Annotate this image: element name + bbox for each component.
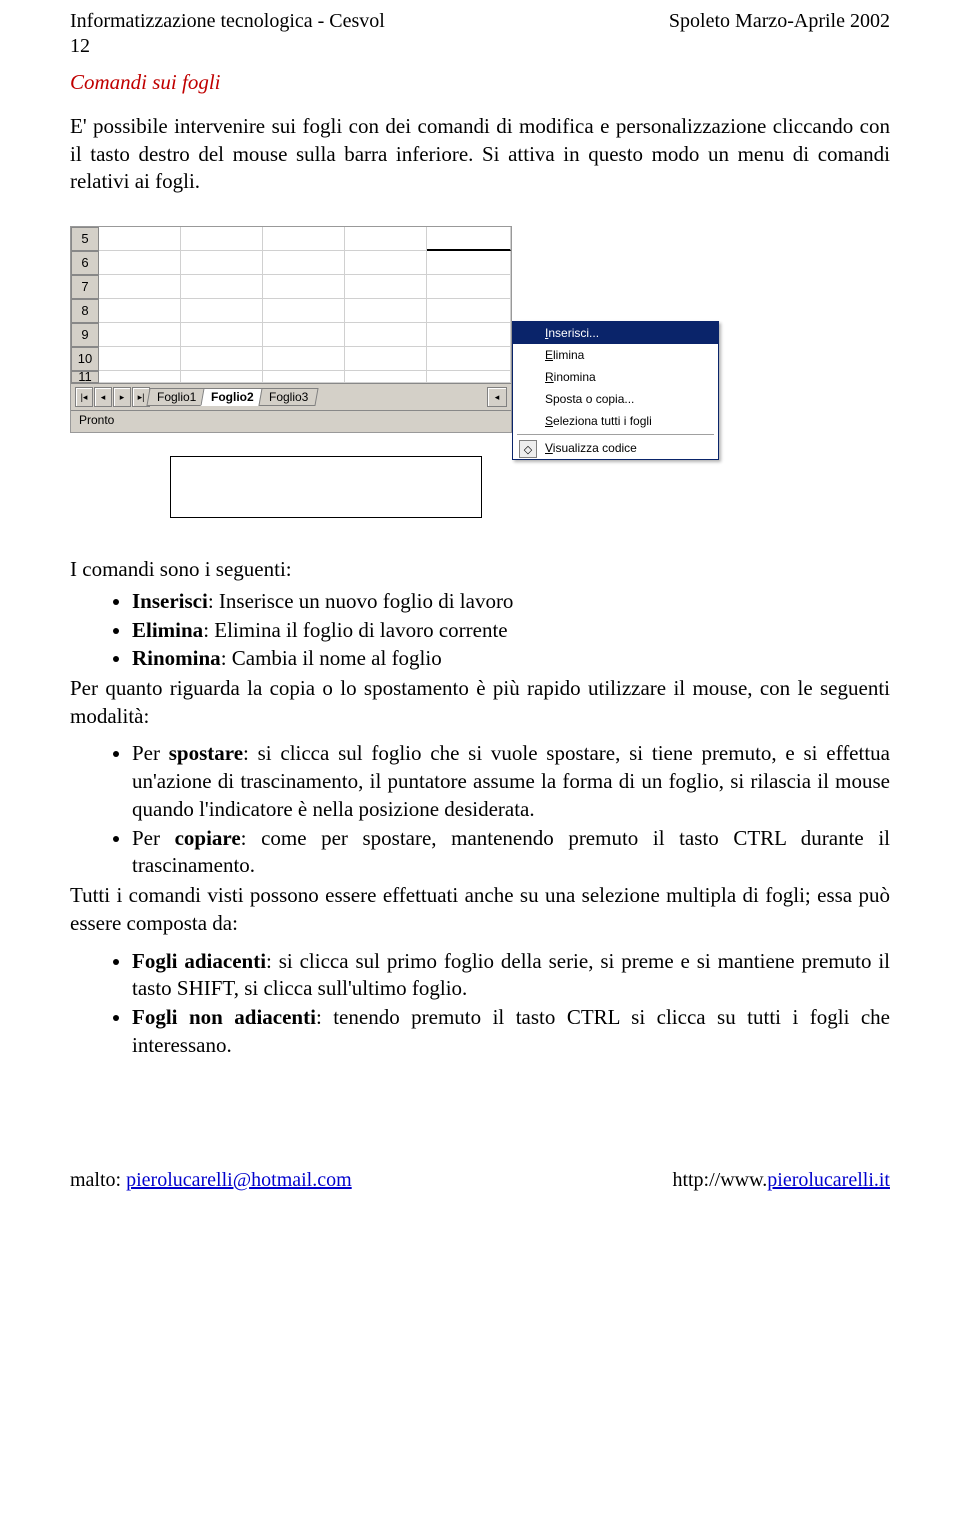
cell[interactable]: [263, 347, 345, 371]
cell[interactable]: [427, 323, 511, 347]
cell[interactable]: [427, 275, 511, 299]
nav-prev-icon[interactable]: ◂: [94, 387, 112, 407]
cell[interactable]: [427, 371, 511, 383]
list-item: Fogli non adiacenti: tenendo premuto il …: [132, 1004, 890, 1059]
row-header[interactable]: 11: [71, 371, 99, 383]
menu-item[interactable]: Inserisci...: [513, 322, 718, 344]
code-icon: ◇: [519, 440, 537, 458]
row-header[interactable]: 7: [71, 275, 99, 299]
cell[interactable]: [263, 323, 345, 347]
list-item: Inserisci: Inserisce un nuovo foglio di …: [132, 588, 890, 616]
selection-list: Fogli adiacenti: si clicca sul primo fog…: [70, 948, 890, 1060]
header-right: Spoleto Marzo-Aprile 2002: [669, 10, 890, 33]
cell[interactable]: [181, 275, 263, 299]
cell[interactable]: [181, 299, 263, 323]
cell[interactable]: [263, 299, 345, 323]
lead-paragraph: I comandi sono i seguenti:: [70, 556, 890, 584]
nav-first-icon[interactable]: |◂: [75, 387, 93, 407]
footer-email-link[interactable]: pierolucarelli@hotmail.com: [126, 1169, 352, 1191]
cell[interactable]: [263, 371, 345, 383]
cell[interactable]: [345, 323, 427, 347]
context-menu: Inserisci...EliminaRinominaSposta o copi…: [512, 321, 719, 460]
menu-item[interactable]: Rinomina: [513, 366, 718, 388]
cell[interactable]: [181, 347, 263, 371]
menu-item[interactable]: Sposta o copia...: [513, 388, 718, 410]
menu-item[interactable]: Seleziona tutti i fogli: [513, 410, 718, 432]
cell[interactable]: [427, 251, 511, 275]
mid-paragraph: Per quanto riguarda la copia o lo sposta…: [70, 675, 890, 730]
menu-item-label: Visualizza codice: [545, 441, 637, 455]
screenshot-figure: 567891011 |◂ ◂ ▸ ▸| Foglio1Foglio2Foglio…: [70, 226, 890, 536]
section-title: Comandi sui fogli: [70, 70, 890, 95]
footer-left: malto: pierolucarelli@hotmail.com: [70, 1169, 352, 1192]
cell[interactable]: [345, 275, 427, 299]
list-item: Elimina: Elimina il foglio di lavoro cor…: [132, 617, 890, 645]
list-item: Per spostare: si clicca sul foglio che s…: [132, 740, 890, 823]
sheet-tab[interactable]: Foglio3: [258, 388, 319, 406]
cell[interactable]: [345, 299, 427, 323]
cell[interactable]: [181, 227, 263, 251]
spreadsheet-fragment: 567891011 |◂ ◂ ▸ ▸| Foglio1Foglio2Foglio…: [70, 226, 512, 433]
row-header[interactable]: 6: [71, 251, 99, 275]
cell[interactable]: [99, 251, 181, 275]
row-header[interactable]: 10: [71, 347, 99, 371]
list-item: Rinomina: Cambia il nome al foglio: [132, 645, 890, 673]
cell[interactable]: [345, 347, 427, 371]
cell[interactable]: [99, 275, 181, 299]
cell[interactable]: [345, 251, 427, 275]
footer-left-prefix: malto:: [70, 1169, 126, 1191]
cell[interactable]: [345, 227, 427, 251]
cell[interactable]: [345, 371, 427, 383]
cell[interactable]: [99, 227, 181, 251]
whitespace-box: [170, 456, 482, 518]
menu-item-visualizza-codice[interactable]: ◇ Visualizza codice: [513, 437, 718, 459]
status-bar: Pronto: [71, 410, 511, 432]
cell[interactable]: [99, 371, 181, 383]
list-item: Per copiare: come per spostare, mantenen…: [132, 825, 890, 880]
footer-site-link[interactable]: pierolucarelli.it: [767, 1169, 890, 1191]
footer-right: http://www.pierolucarelli.it: [672, 1169, 890, 1192]
cell[interactable]: [99, 347, 181, 371]
tab-bar: |◂ ◂ ▸ ▸| Foglio1Foglio2Foglio3 ◂: [71, 383, 511, 410]
command-list: Inserisci: Inserisce un nuovo foglio di …: [70, 588, 890, 673]
menu-item[interactable]: Elimina: [513, 344, 718, 366]
list-item: Fogli adiacenti: si clicca sul primo fog…: [132, 948, 890, 1003]
cell[interactable]: [427, 347, 511, 371]
cell[interactable]: [427, 227, 511, 251]
cell[interactable]: [181, 323, 263, 347]
cell[interactable]: [263, 275, 345, 299]
cell[interactable]: [181, 371, 263, 383]
scroll-left-icon[interactable]: ◂: [487, 387, 507, 407]
cell[interactable]: [181, 251, 263, 275]
cell[interactable]: [263, 227, 345, 251]
menu-separator: [517, 434, 714, 435]
row-header[interactable]: 9: [71, 323, 99, 347]
cell[interactable]: [99, 299, 181, 323]
sheet-tab[interactable]: Foglio1: [146, 388, 207, 406]
page-number: 12: [70, 35, 890, 58]
cell[interactable]: [427, 299, 511, 323]
cell[interactable]: [263, 251, 345, 275]
row-header[interactable]: 5: [71, 227, 99, 251]
row-header[interactable]: 8: [71, 299, 99, 323]
tail-paragraph: Tutti i comandi visti possono essere eff…: [70, 882, 890, 937]
cell[interactable]: [99, 323, 181, 347]
intro-paragraph: E' possibile intervenire sui fogli con d…: [70, 113, 890, 196]
sheet-tab[interactable]: Foglio2: [201, 388, 265, 406]
footer-right-prefix: http://www.: [672, 1169, 767, 1191]
header-left: Informatizzazione tecnologica - Cesvol: [70, 10, 385, 33]
nav-next-icon[interactable]: ▸: [113, 387, 131, 407]
move-copy-list: Per spostare: si clicca sul foglio che s…: [70, 740, 890, 880]
